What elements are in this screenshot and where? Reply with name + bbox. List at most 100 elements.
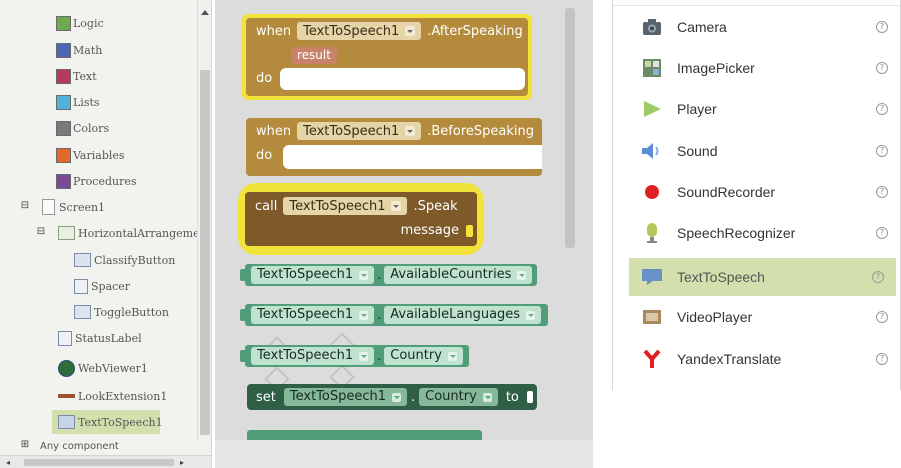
camera-icon (641, 16, 663, 38)
argument-socket[interactable] (466, 225, 473, 237)
property-dropdown[interactable]: Country (419, 388, 498, 406)
tree-item-togglebutton[interactable]: ToggleButton (74, 302, 169, 322)
palette-item-speechrecognizer[interactable]: SpeechRecognizer ? (621, 214, 893, 252)
before-speaking-event-block[interactable]: when TextToSpeech1 .BeforeSpeaking do (246, 118, 542, 176)
tree-item-lookextension1[interactable]: LookExtension1 (58, 386, 167, 406)
palette-item-videoplayer[interactable]: VideoPlayer ? (621, 298, 893, 336)
palette-item-yandextranslate[interactable]: YandexTranslate ? (621, 340, 893, 378)
math-swatch-icon (56, 42, 71, 58)
help-icon[interactable]: ? (876, 227, 888, 239)
value-socket[interactable] (526, 391, 533, 403)
result-parameter[interactable]: result (291, 47, 337, 64)
component-palette: Camera ? ImagePicker ? Player ? Sound ? … (612, 0, 901, 390)
tree-item-label: WebViewer1 (78, 361, 148, 375)
collapse-screen-icon[interactable]: ⊟ (20, 201, 30, 211)
tree-item-classifybutton[interactable]: ClassifyButton (74, 250, 175, 270)
help-icon[interactable]: ? (876, 186, 888, 198)
palette-item-texttospeech[interactable]: TextToSpeech ? (629, 258, 896, 296)
drawer-lists[interactable]: Lists (56, 92, 100, 112)
help-icon[interactable]: ? (876, 103, 888, 115)
tree-item-horizontal-arrangement[interactable]: HorizontalArrangemer (58, 223, 205, 243)
help-icon[interactable]: ? (876, 353, 888, 365)
component-dropdown[interactable]: TextToSpeech1 (297, 22, 422, 40)
tree-item-label: TextToSpeech1 (78, 415, 163, 429)
workspace-scrollbar[interactable] (565, 8, 575, 248)
palette-item-label: TextToSpeech (677, 269, 765, 285)
tree-item-statuslabel[interactable]: StatusLabel (58, 328, 142, 348)
output-plug (240, 269, 246, 281)
drawer-label: Colors (73, 121, 110, 135)
speech-recognizer-icon (641, 222, 663, 244)
available-countries-getter[interactable]: TextToSpeech1 . AvailableCountries (240, 264, 537, 286)
button-icon (74, 253, 91, 267)
property-dropdown[interactable]: AvailableLanguages (384, 306, 542, 324)
component-dropdown[interactable]: TextToSpeech1 (283, 388, 408, 406)
dropdown-arrow-icon (405, 126, 416, 136)
palette-item-label: ImagePicker (677, 60, 755, 76)
scroll-right-icon[interactable]: ▸ (180, 458, 184, 467)
drawer-colors[interactable]: Colors (56, 118, 109, 138)
tree-item-spacer[interactable]: Spacer (74, 276, 130, 296)
partial-block[interactable] (247, 430, 482, 440)
palette-item-camera[interactable]: Camera ? (621, 8, 893, 46)
drawer-procedures[interactable]: Procedures (56, 171, 137, 191)
component-dropdown[interactable]: TextToSpeech1 (251, 347, 375, 365)
tree-item-label: StatusLabel (75, 331, 142, 345)
tree-item-screen1[interactable]: Screen1 (42, 197, 105, 217)
help-icon[interactable]: ? (872, 271, 884, 283)
speak-call-block[interactable]: call TextToSpeech1 .Speak message (245, 192, 477, 246)
tree-item-label: ClassifyButton (94, 253, 176, 267)
tree-item-label: ToggleButton (94, 305, 169, 319)
dropdown-arrow-icon (392, 392, 402, 402)
do-slot[interactable] (280, 68, 525, 90)
property-dropdown[interactable]: AvailableCountries (384, 266, 533, 284)
property-dropdown[interactable]: Country (384, 347, 463, 365)
component-dropdown[interactable]: TextToSpeech1 (283, 197, 408, 215)
country-getter[interactable]: TextToSpeech1 . Country (240, 345, 469, 367)
help-icon[interactable]: ? (876, 145, 888, 157)
palette-item-soundrecorder[interactable]: SoundRecorder ? (621, 173, 893, 211)
sound-recorder-icon (641, 181, 663, 203)
scroll-left-icon[interactable]: ◂ (6, 458, 10, 467)
tree-horizontal-scrollbar[interactable]: ◂ ▸ (0, 455, 211, 468)
dot-separator: . (411, 389, 416, 405)
drawer-math[interactable]: Math (56, 40, 102, 60)
label-icon (74, 278, 88, 294)
tree-item-any-component[interactable]: Any component (40, 436, 119, 456)
expand-any-component-icon[interactable]: ⊞ (20, 440, 30, 450)
palette-item-imagepicker[interactable]: ImagePicker ? (621, 49, 893, 87)
dropdown-arrow-icon (359, 310, 369, 320)
scrollbar-thumb[interactable] (24, 459, 174, 466)
after-speaking-event-block[interactable]: when TextToSpeech1 .AfterSpeaking result… (246, 18, 528, 96)
component-dropdown[interactable]: TextToSpeech1 (251, 306, 375, 324)
drawer-logic[interactable]: Logic (56, 13, 104, 33)
do-keyword: do (256, 71, 273, 86)
tree-item-webviewer1[interactable]: WebViewer1 (58, 358, 148, 378)
set-country-block[interactable]: set TextToSpeech1 . Country to (247, 384, 537, 410)
component-dropdown[interactable]: TextToSpeech1 (251, 266, 375, 284)
drawer-label: Text (73, 69, 97, 83)
help-icon[interactable]: ? (876, 21, 888, 33)
image-picker-icon (641, 57, 663, 79)
workspace-bottom-bar (215, 440, 593, 468)
event-name: .BeforeSpeaking (427, 123, 534, 139)
do-slot[interactable] (283, 145, 542, 169)
drawer-text[interactable]: Text (56, 66, 97, 86)
help-icon[interactable]: ? (876, 311, 888, 323)
label-icon (58, 330, 72, 346)
tree-item-texttospeech1[interactable]: TextToSpeech1 (52, 410, 163, 434)
scroll-up-icon[interactable] (201, 10, 209, 15)
colors-swatch-icon (56, 120, 71, 136)
palette-item-player[interactable]: Player ? (621, 90, 893, 128)
component-dropdown[interactable]: TextToSpeech1 (297, 122, 422, 140)
collapse-arrangement-icon[interactable]: ⊟ (36, 227, 46, 237)
palette-item-sound[interactable]: Sound ? (621, 132, 893, 170)
palette-item-label: Player (677, 101, 717, 117)
tree-vertical-scrollbar[interactable] (197, 0, 211, 440)
palette-item-label: SoundRecorder (677, 184, 776, 200)
available-languages-getter[interactable]: TextToSpeech1 . AvailableLanguages (240, 304, 548, 326)
scrollbar-thumb[interactable] (200, 70, 210, 435)
drawer-variables[interactable]: Variables (56, 145, 125, 165)
palette-top-edge (613, 0, 900, 6)
help-icon[interactable]: ? (876, 62, 888, 74)
